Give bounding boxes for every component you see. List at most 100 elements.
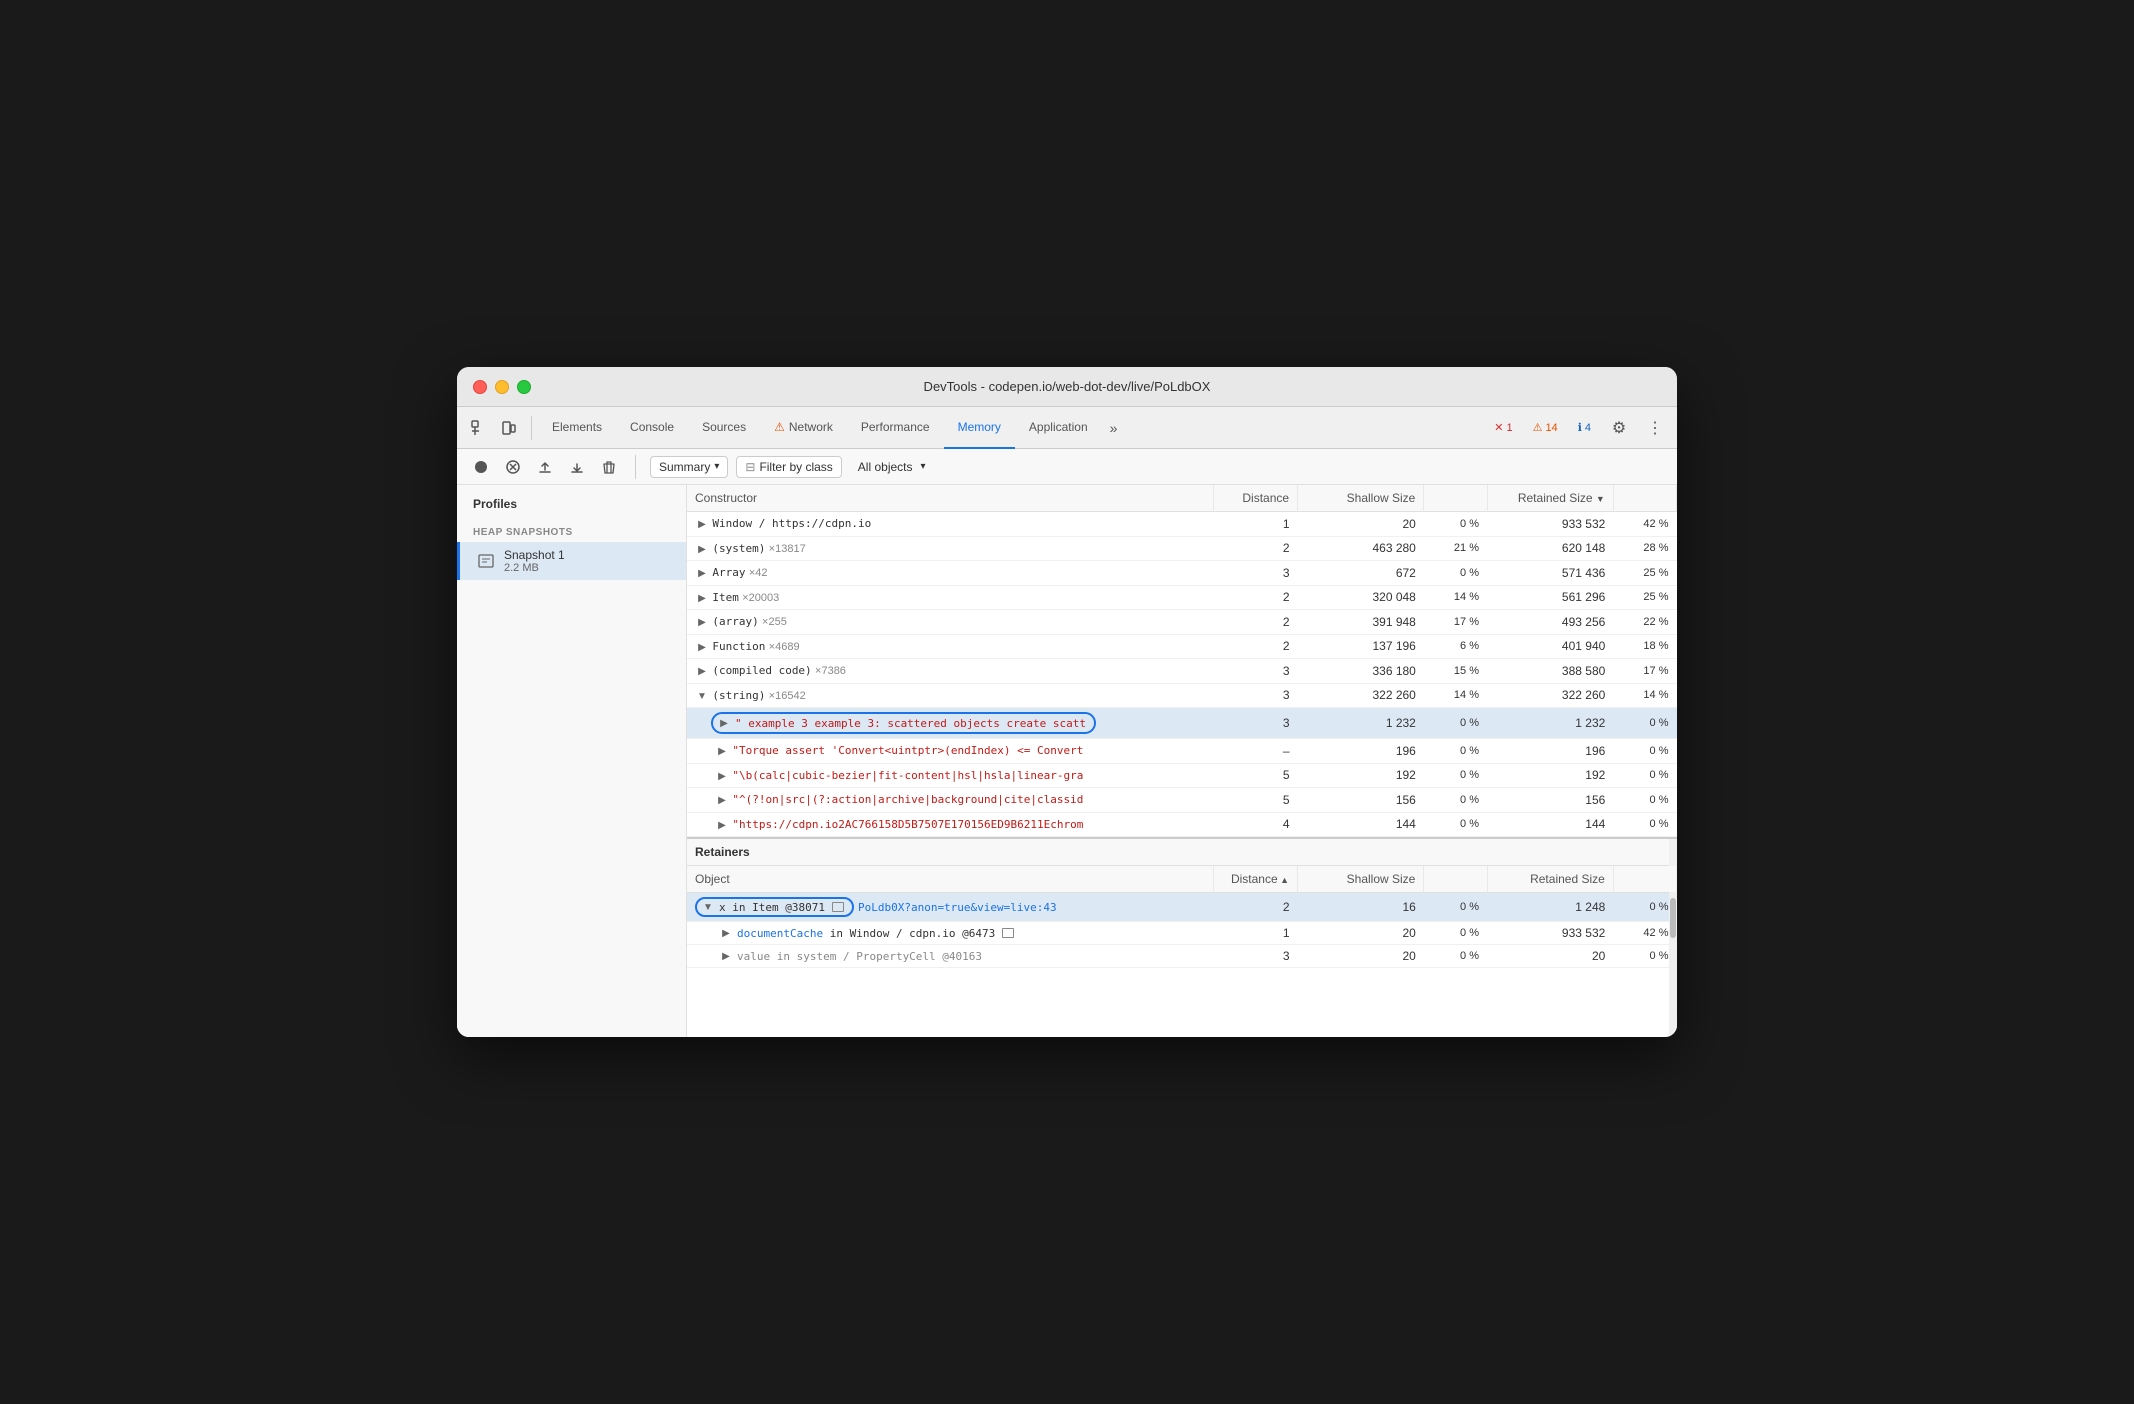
upload-button[interactable] [533,455,557,479]
toolbar-separator [635,455,636,479]
heap-snapshots-section: HEAP SNAPSHOTS [457,519,686,542]
collapse-icon[interactable]: ▼ [701,900,715,914]
expand-icon[interactable]: ▶ [715,769,729,783]
window-icon [832,902,844,912]
clear-button[interactable] [501,455,525,479]
table-row-highlighted[interactable]: ▶ " example 3 example 3: scattered objec… [687,708,1677,739]
tab-performance[interactable]: Performance [847,407,944,449]
expand-icon[interactable]: ▶ [695,542,709,556]
snapshot-size: 2.2 MB [504,562,565,574]
expand-icon[interactable]: ▶ [695,591,709,605]
header-ret-shallow-pct [1424,866,1487,893]
tab-elements[interactable]: Elements [538,407,616,449]
minimize-button[interactable] [495,380,509,394]
expand-icon[interactable]: ▶ [715,745,729,759]
devtools-window: DevTools - codepen.io/web-dot-dev/live/P… [457,367,1677,1037]
table-row[interactable]: ▶ "https://cdpn.io2AC766158D5B7507E17015… [687,812,1677,837]
filter-by-class-button[interactable]: ⊟ Filter by class [736,456,841,478]
table-row[interactable]: ▶ "\b(calc|cubic-bezier|fit-content|hsl|… [687,763,1677,788]
expand-icon[interactable]: ▶ [719,926,733,940]
network-warning-icon: ⚠ [774,420,785,434]
table-row[interactable]: ▶ "^(?!on|src|(?:action|archive|backgrou… [687,788,1677,813]
constructor-table-header: Constructor Distance Shallow Size Retain… [687,485,1677,512]
header-shallow-size: Shallow Size [1298,485,1424,512]
sidebar-item-snapshot1[interactable]: Snapshot 1 2.2 MB [457,542,686,580]
settings-button[interactable]: ⚙ [1605,414,1633,442]
error-badge[interactable]: ✕ 1 [1488,419,1518,436]
tab-sources[interactable]: Sources [688,407,760,449]
traffic-lights [473,380,531,394]
memory-toolbar: Summary ▾ ⊟ Filter by class All objects … [457,449,1677,485]
expand-icon[interactable]: ▶ [695,567,709,581]
retainer-row-highlighted[interactable]: ▼ x in Item @38071 PoLdb0X?anon=true&vie… [687,893,1677,922]
sidebar: Profiles HEAP SNAPSHOTS Snapshot 1 2.2 M… [457,485,687,1037]
table-row[interactable]: ▶ Window / https://cdpn.io 1 20 0 % 933 … [687,512,1677,537]
table-row[interactable]: ▼ (string) ×16542 3 322 260 14 % 322 260… [687,683,1677,708]
close-button[interactable] [473,380,487,394]
table-row[interactable]: ▶ "Torque assert 'Convert<uintptr>(endIn… [687,739,1677,764]
snapshot-info: Snapshot 1 2.2 MB [504,548,565,574]
separator [531,416,532,440]
expand-icon[interactable]: ▶ [695,640,709,654]
header-constructor: Constructor [687,485,1213,512]
all-objects-dropdown[interactable]: All objects ▾ [850,457,934,477]
table-row[interactable]: ▶ Item ×20003 2 320 048 14 % 561 296 25 … [687,585,1677,610]
summary-dropdown[interactable]: Summary ▾ [650,456,728,478]
info-badge[interactable]: ℹ 4 [1572,419,1597,436]
table-row[interactable]: ▶ Array ×42 3 672 0 % 571 436 25 % [687,561,1677,586]
window-title: DevTools - codepen.io/web-dot-dev/live/P… [924,379,1211,394]
expand-icon[interactable]: ▶ [719,949,733,963]
info-icon: ℹ [1578,421,1582,434]
header-ret-shallow: Shallow Size [1298,866,1424,893]
constructor-table: Constructor Distance Shallow Size Retain… [687,485,1677,837]
filter-icon: ⊟ [745,460,755,474]
header-ret-distance: Distance ▲ [1213,866,1297,893]
tab-memory[interactable]: Memory [944,407,1015,449]
warning-badge[interactable]: ⚠ 14 [1527,419,1564,436]
expand-icon[interactable]: ▶ [695,665,709,679]
device-icon-btn[interactable] [495,414,523,442]
tab-right-controls: ✕ 1 ⚠ 14 ℹ 4 ⚙ ⋮ [1488,414,1669,442]
expand-icon[interactable]: ▶ [695,616,709,630]
error-icon: ✕ [1494,421,1503,434]
more-tabs-button[interactable]: » [1102,420,1126,436]
header-retained-pct [1613,485,1676,512]
collect-garbage-button[interactable] [597,455,621,479]
header-object: Object [687,866,1213,893]
retainer-row[interactable]: ▶ value in system / PropertyCell @40163 … [687,945,1677,968]
chevron-down-icon-2: ▾ [921,461,926,472]
more-options-button[interactable]: ⋮ [1641,414,1669,442]
chevron-down-icon: ▾ [714,461,719,472]
devtools-body: Elements Console Sources ⚠ Network Perfo… [457,407,1677,1037]
scrollbar-thumb[interactable] [1670,898,1676,938]
header-ret-retained: Retained Size [1487,866,1613,893]
table-row[interactable]: ▶ (system) ×13817 2 463 280 21 % 620 148… [687,536,1677,561]
retainer-link[interactable]: PoLdb0X?anon=true&view=live:43 [858,901,1057,914]
expand-icon[interactable]: ▶ [717,716,731,730]
expand-icon[interactable]: ▶ [715,818,729,832]
highlighted-constructor-value[interactable]: ▶ " example 3 example 3: scattered objec… [711,712,1096,734]
download-button[interactable] [565,455,589,479]
header-ret-retained-pct [1613,866,1676,893]
expand-icon[interactable]: ▶ [695,518,709,532]
constructor-table-section: Constructor Distance Shallow Size Retain… [687,485,1677,837]
snapshot-name: Snapshot 1 [504,548,565,562]
expand-icon[interactable]: ▶ [715,794,729,808]
record-button[interactable] [469,455,493,479]
table-row[interactable]: ▶ (array) ×255 2 391 948 17 % 493 256 22… [687,610,1677,635]
content-panel: Constructor Distance Shallow Size Retain… [687,485,1677,1037]
retainers-title: Retainers [687,839,1677,866]
highlighted-retainer: ▼ x in Item @38071 [695,897,854,917]
header-retained-size: Retained Size ▼ [1487,485,1613,512]
retainer-row[interactable]: ▶ documentCache in Window / cdpn.io @647… [687,922,1677,945]
inspect-icon-btn[interactable] [465,414,493,442]
collapse-icon[interactable]: ▼ [695,689,709,703]
retainers-table-body: ▼ x in Item @38071 PoLdb0X?anon=true&vie… [687,893,1677,968]
tab-application[interactable]: Application [1015,407,1102,449]
tab-network[interactable]: ⚠ Network [760,407,847,449]
tab-console[interactable]: Console [616,407,688,449]
maximize-button[interactable] [517,380,531,394]
tab-bar: Elements Console Sources ⚠ Network Perfo… [457,407,1677,449]
table-row[interactable]: ▶ Function ×4689 2 137 196 6 % 401 940 1… [687,634,1677,659]
table-row[interactable]: ▶ (compiled code) ×7386 3 336 180 15 % 3… [687,659,1677,684]
